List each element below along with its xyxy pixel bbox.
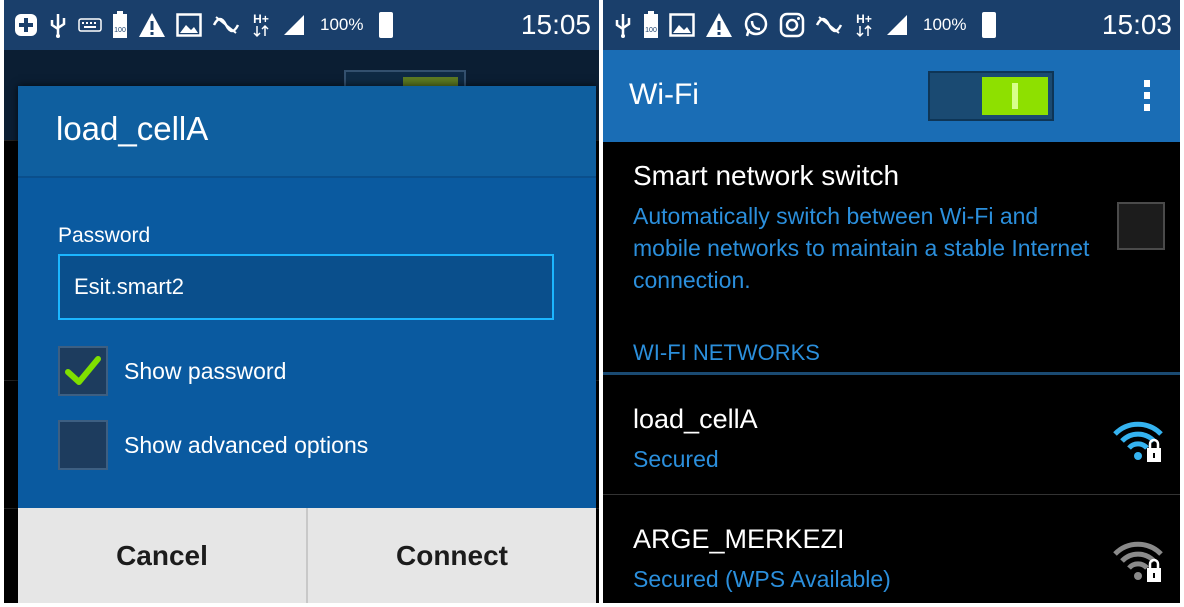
network-status: Secured — [633, 446, 719, 472]
smart-network-switch-description: Automatically switch between Wi-Fi and m… — [633, 203, 1090, 293]
status-bar: 100 H+ 100% 15:05 — [4, 0, 599, 50]
show-advanced-label: Show advanced options — [124, 431, 369, 458]
connect-button[interactable]: Connect — [306, 508, 596, 603]
wifi-locked-icon — [1113, 541, 1163, 582]
show-advanced-checkbox[interactable] — [58, 420, 108, 470]
nfc-icon — [815, 10, 843, 40]
right-screen: 100 H+ 100% 15:03 Wi-Fi Smart network sw… — [603, 0, 1180, 603]
status-time: 15:03 — [1101, 9, 1172, 40]
battery-percent: 100% — [923, 15, 967, 34]
smart-network-switch-title[interactable]: Smart network switch — [633, 160, 899, 192]
divider — [603, 494, 1180, 495]
overflow-menu-icon[interactable] — [1144, 80, 1150, 114]
svg-text:100: 100 — [114, 27, 126, 34]
wifi-toggle-switch[interactable] — [928, 71, 1054, 121]
show-password-checkbox[interactable] — [58, 346, 108, 396]
battery-icon — [379, 12, 394, 38]
divider — [18, 176, 596, 178]
battery-percent: 100% — [320, 15, 364, 34]
signal-icon — [282, 10, 306, 40]
hplus-data-icon: H+ — [250, 10, 272, 40]
show-password-label: Show password — [124, 357, 287, 384]
wifi-locked-icon — [1113, 421, 1163, 462]
battery-icon — [982, 12, 997, 38]
password-input[interactable] — [58, 254, 554, 320]
divider — [603, 372, 1180, 375]
dialog-header: load_cellA — [18, 86, 596, 177]
svg-text:H+: H+ — [856, 12, 872, 26]
svg-text:H+: H+ — [253, 12, 269, 26]
cancel-button[interactable]: Cancel — [18, 508, 306, 603]
show-advanced-row[interactable]: Show advanced options — [58, 420, 368, 470]
warning-icon — [138, 10, 166, 40]
show-password-row[interactable]: Show password — [58, 346, 286, 396]
whatsapp-icon — [743, 10, 769, 40]
page-title: Wi-Fi — [629, 78, 699, 111]
svg-text:100: 100 — [645, 27, 657, 34]
network-name: ARGE_MERKEZI — [633, 524, 845, 554]
network-item[interactable]: load_cellA Secured — [603, 404, 1180, 504]
plus-box-icon — [14, 10, 38, 40]
hplus-data-icon: H+ — [853, 10, 875, 40]
network-status: Secured (WPS Available) — [633, 566, 891, 592]
nfc-icon — [212, 10, 240, 40]
dialog-title: load_cellA — [56, 110, 209, 147]
image-icon — [176, 10, 202, 40]
status-time: 15:05 — [520, 9, 591, 40]
image-icon — [669, 10, 695, 40]
battery-full-icon: 100 — [643, 10, 659, 40]
battery-full-icon: 100 — [112, 10, 128, 40]
keyboard-icon — [78, 10, 102, 40]
checkmark-icon — [65, 356, 101, 385]
warning-icon — [705, 10, 733, 40]
usb-icon — [48, 10, 68, 40]
password-label: Password — [58, 224, 151, 247]
instagram-icon — [779, 10, 805, 40]
dialog-button-bar: Cancel Connect — [18, 508, 596, 603]
network-name: load_cellA — [633, 404, 758, 434]
wifi-connect-dialog: load_cellA Password Show password Show a… — [18, 86, 596, 603]
networks-section-header: WI-FI NETWORKS — [633, 340, 820, 365]
smart-network-switch-checkbox[interactable] — [1117, 202, 1165, 250]
usb-icon — [613, 10, 633, 40]
left-screen: 100 H+ 100% 15:05 load_cellA Password Es… — [4, 0, 599, 603]
signal-icon — [885, 10, 909, 40]
network-item[interactable]: ARGE_MERKEZI Secured (WPS Available) — [603, 524, 1180, 603]
action-bar: Wi-Fi — [603, 50, 1180, 142]
status-bar: 100 H+ 100% 15:03 — [603, 0, 1180, 50]
